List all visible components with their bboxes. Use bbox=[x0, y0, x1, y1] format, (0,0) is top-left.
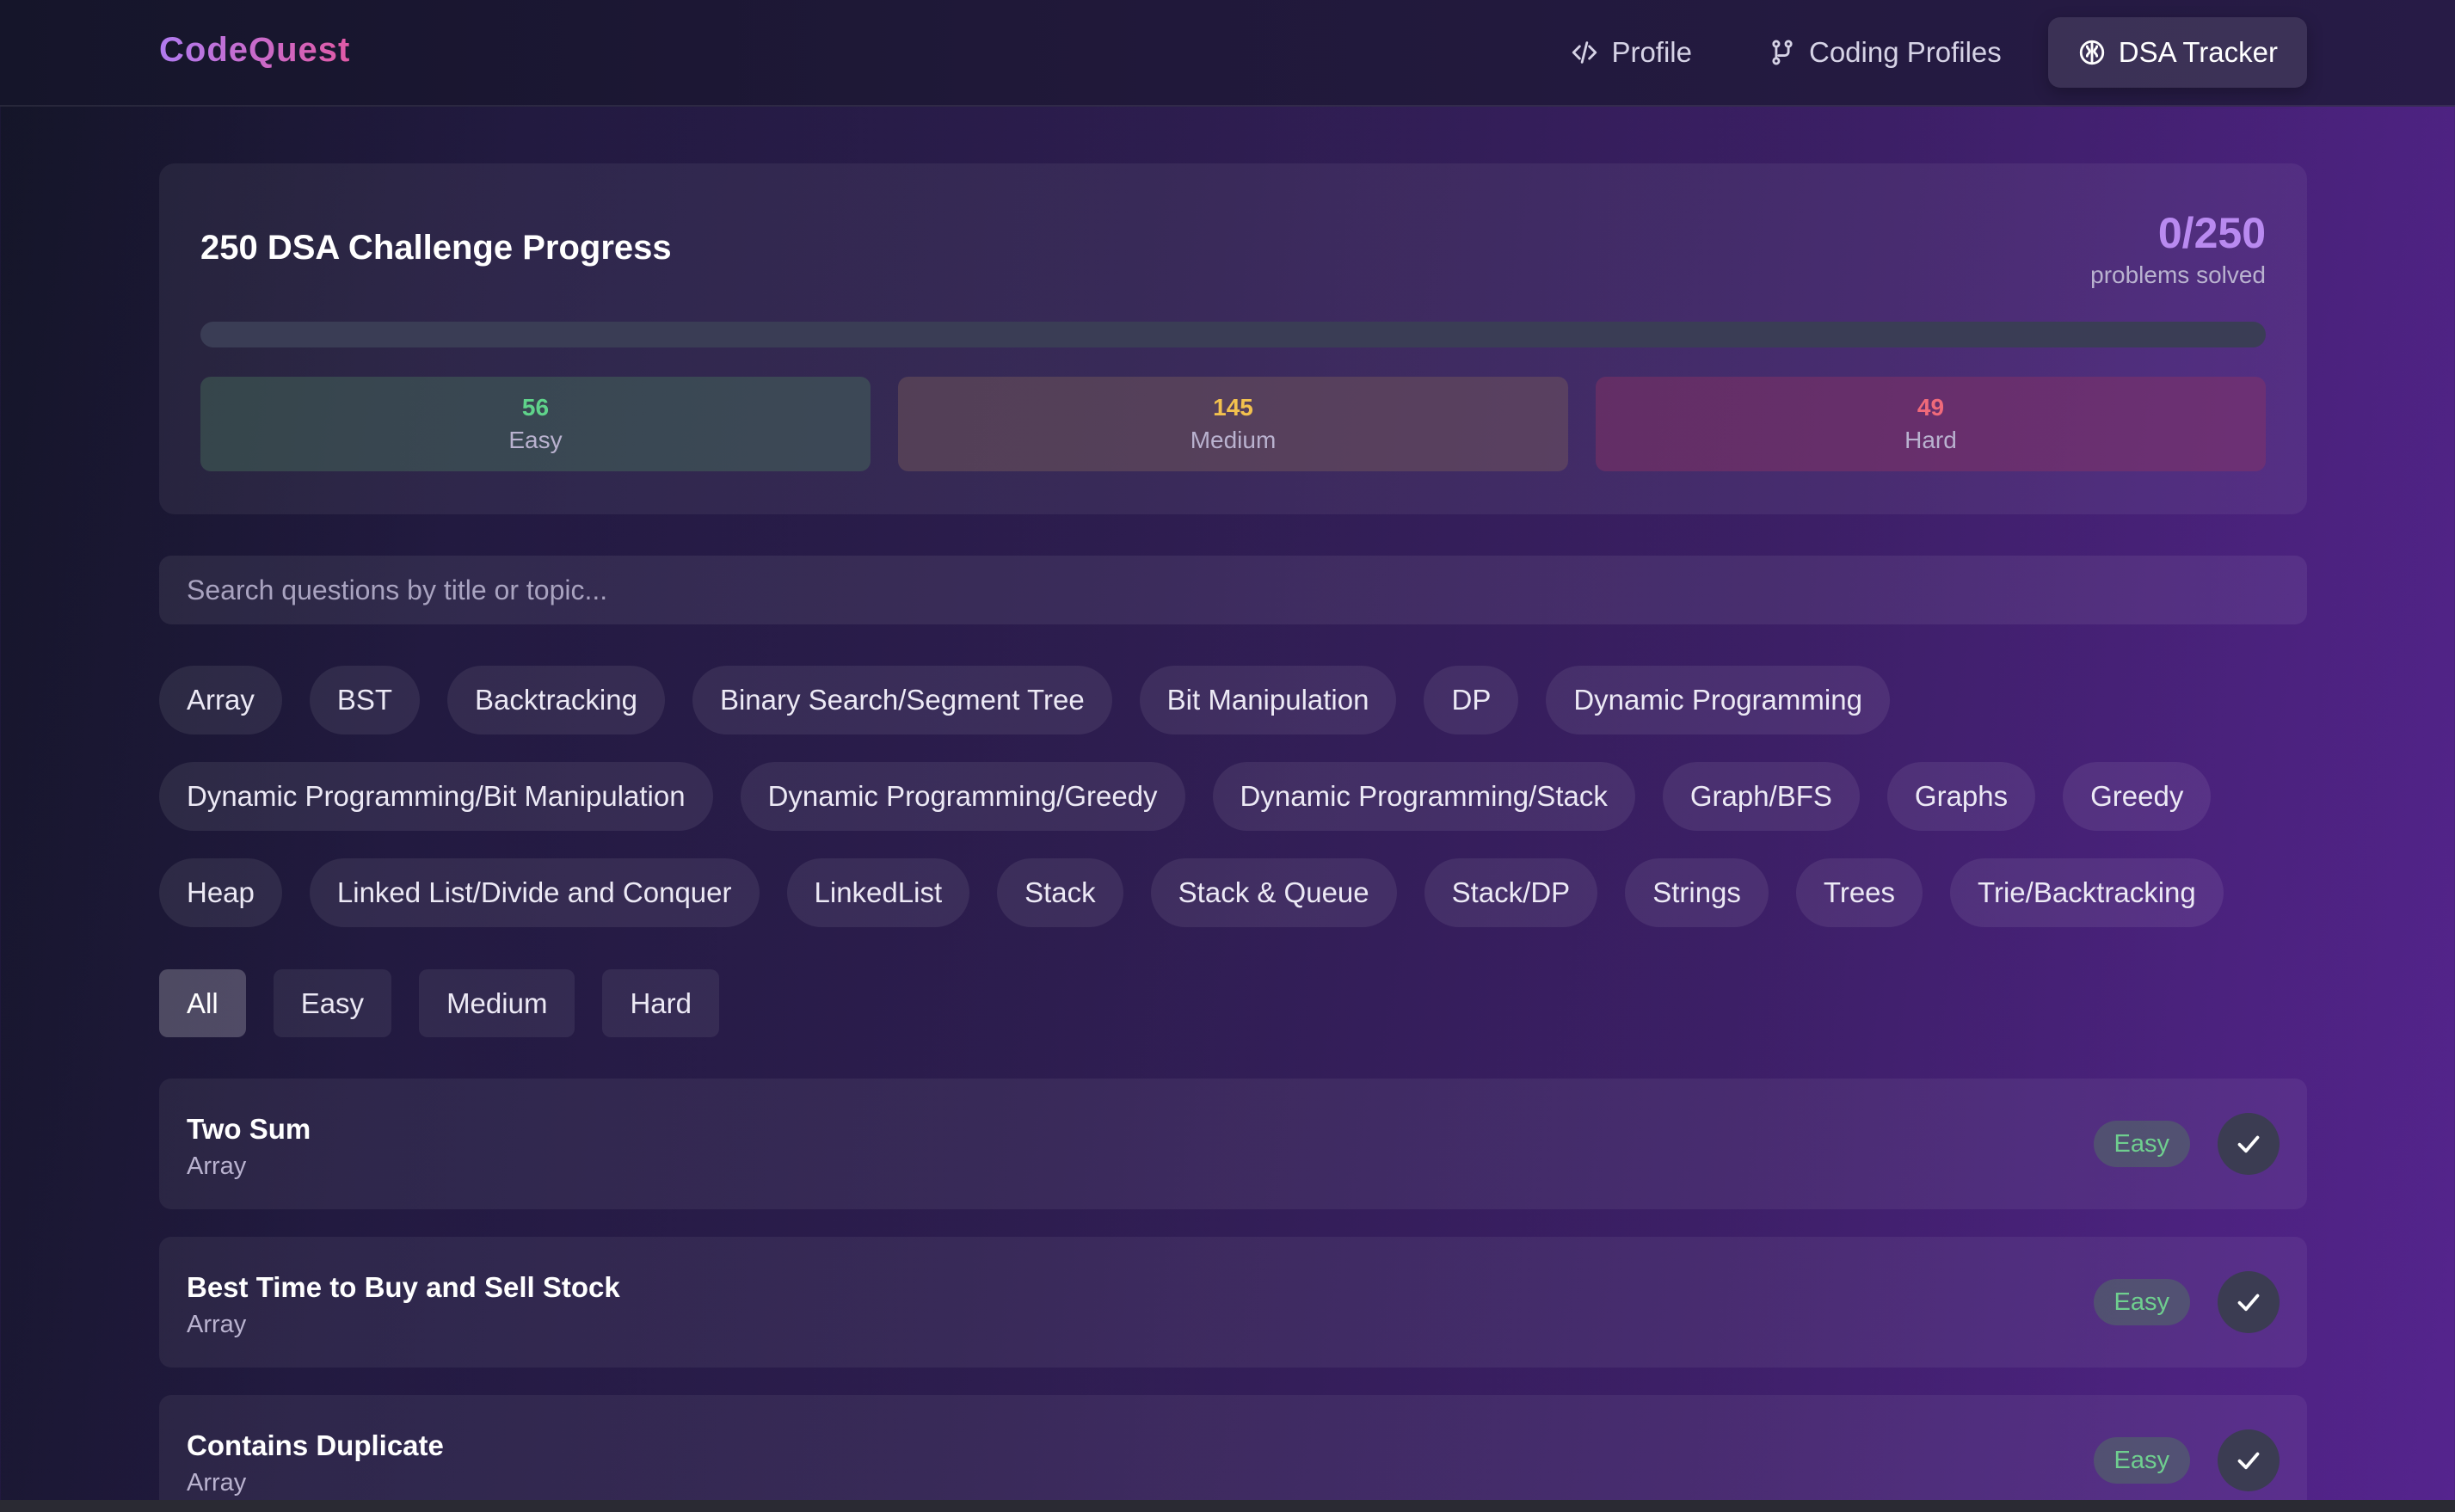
mark-solved-button[interactable] bbox=[2218, 1429, 2280, 1491]
filter-medium[interactable]: Medium bbox=[419, 969, 575, 1037]
topic-chip[interactable]: Graph/BFS bbox=[1662, 762, 1860, 831]
hard-stat-box: 49 Hard bbox=[1596, 377, 2266, 471]
topic-chip[interactable]: Heap bbox=[159, 858, 282, 927]
topic-chip[interactable]: Linked List/Divide and Conquer bbox=[309, 858, 760, 927]
question-title: Best Time to Buy and Sell Stock bbox=[187, 1271, 620, 1303]
topic-chip[interactable]: DP bbox=[1424, 666, 1519, 734]
topic-chip[interactable]: Trees bbox=[1795, 858, 1923, 927]
topic-chip[interactable]: Stack/DP bbox=[1424, 858, 1598, 927]
medium-label: Medium bbox=[1190, 427, 1277, 453]
check-icon bbox=[2237, 1452, 2260, 1470]
topic-chip[interactable]: Binary Search/Segment Tree bbox=[692, 666, 1112, 734]
navbar: CodeQuest Profile Coding Profiles DSA Tr… bbox=[0, 0, 2455, 107]
mark-solved-button[interactable] bbox=[2218, 1271, 2280, 1333]
hard-count: 49 bbox=[1917, 394, 1945, 421]
topic-chip[interactable]: LinkedList bbox=[786, 858, 970, 927]
progress-card: 250 DSA Challenge Progress 0/250 problem… bbox=[159, 163, 2307, 514]
easy-label: Easy bbox=[508, 427, 563, 453]
medium-count: 145 bbox=[1213, 394, 1253, 421]
question-card[interactable]: Contains Duplicate Array Easy bbox=[159, 1395, 2307, 1512]
nav-item-label: Profile bbox=[1611, 36, 1692, 68]
difficulty-filter-group: All Easy Medium Hard bbox=[159, 969, 719, 1037]
difficulty-badge: Easy bbox=[2093, 1279, 2190, 1325]
difficulty-badge: Easy bbox=[2093, 1437, 2190, 1484]
filter-hard[interactable]: Hard bbox=[602, 969, 719, 1037]
brand-logo[interactable]: CodeQuest bbox=[159, 31, 350, 70]
horizontal-scrollbar[interactable] bbox=[0, 1500, 2455, 1512]
medium-stat-box: 145 Medium bbox=[898, 377, 1568, 471]
check-icon bbox=[2237, 1135, 2260, 1153]
question-card[interactable]: Two Sum Array Easy bbox=[159, 1079, 2307, 1209]
nav-item-label: DSA Tracker bbox=[2118, 36, 2278, 68]
topic-filter-list: Array BST Backtracking Binary Search/Segmen… bbox=[159, 666, 2318, 927]
hard-label: Hard bbox=[1904, 427, 1957, 453]
nav-menu: Profile Coding Profiles DSA Tracker bbox=[1541, 17, 2307, 88]
check-icon bbox=[2237, 1294, 2260, 1312]
topic-chip[interactable]: Greedy bbox=[2063, 762, 2212, 831]
nav-item-coding-profiles[interactable]: Coding Profiles bbox=[1738, 17, 2031, 88]
question-list: Two Sum Array Easy Best Time to Buy and Sel… bbox=[159, 1079, 2307, 1512]
topic-chip[interactable]: Dynamic Programming bbox=[1546, 666, 1890, 734]
question-title: Contains Duplicate bbox=[187, 1429, 444, 1461]
nav-item-dsa-tracker[interactable]: DSA Tracker bbox=[2047, 17, 2307, 88]
topic-chip[interactable]: Bit Manipulation bbox=[1139, 666, 1397, 734]
topic-chip[interactable]: Stack & Queue bbox=[1150, 858, 1397, 927]
topic-chip[interactable]: Dynamic Programming/Greedy bbox=[740, 762, 1185, 831]
topic-chip[interactable]: Backtracking bbox=[447, 666, 665, 734]
difficulty-badge: Easy bbox=[2093, 1121, 2190, 1167]
topic-chip[interactable]: Array bbox=[159, 666, 282, 734]
question-card[interactable]: Best Time to Buy and Sell Stock Array Easy bbox=[159, 1237, 2307, 1368]
topic-chip[interactable]: Stack bbox=[997, 858, 1123, 927]
topic-chip[interactable]: Graphs bbox=[1886, 762, 2036, 831]
topic-chip[interactable]: Dynamic Programming/Stack bbox=[1212, 762, 1635, 831]
search-input[interactable] bbox=[159, 556, 2307, 624]
question-topic: Array bbox=[187, 1152, 247, 1180]
progress-count: 0/250 bbox=[2157, 209, 2266, 257]
progress-bar bbox=[200, 322, 2266, 347]
code-icon bbox=[1572, 41, 1597, 64]
topic-chip[interactable]: BST bbox=[309, 666, 421, 734]
nav-item-profile[interactable]: Profile bbox=[1541, 17, 1721, 88]
question-topic: Array bbox=[187, 1311, 247, 1338]
question-topic: Array bbox=[187, 1469, 247, 1497]
filter-easy[interactable]: Easy bbox=[273, 969, 392, 1037]
mark-solved-button[interactable] bbox=[2218, 1113, 2280, 1175]
easy-stat-box: 56 Easy bbox=[200, 377, 871, 471]
brain-icon bbox=[2079, 40, 2104, 65]
question-title: Two Sum bbox=[187, 1113, 311, 1145]
topic-chip[interactable]: Trie/Backtracking bbox=[1950, 858, 2224, 927]
network-icon bbox=[1772, 40, 1793, 65]
easy-count: 56 bbox=[521, 394, 550, 421]
topic-chip[interactable]: Dynamic Programming/Bit Manipulation bbox=[159, 762, 713, 831]
progress-title: 250 DSA Challenge Progress bbox=[200, 229, 672, 267]
topic-chip[interactable]: Strings bbox=[1625, 858, 1769, 927]
progress-subtitle: problems solved bbox=[2090, 261, 2266, 288]
filter-all[interactable]: All bbox=[159, 969, 246, 1037]
nav-item-label: Coding Profiles bbox=[1808, 36, 2002, 68]
